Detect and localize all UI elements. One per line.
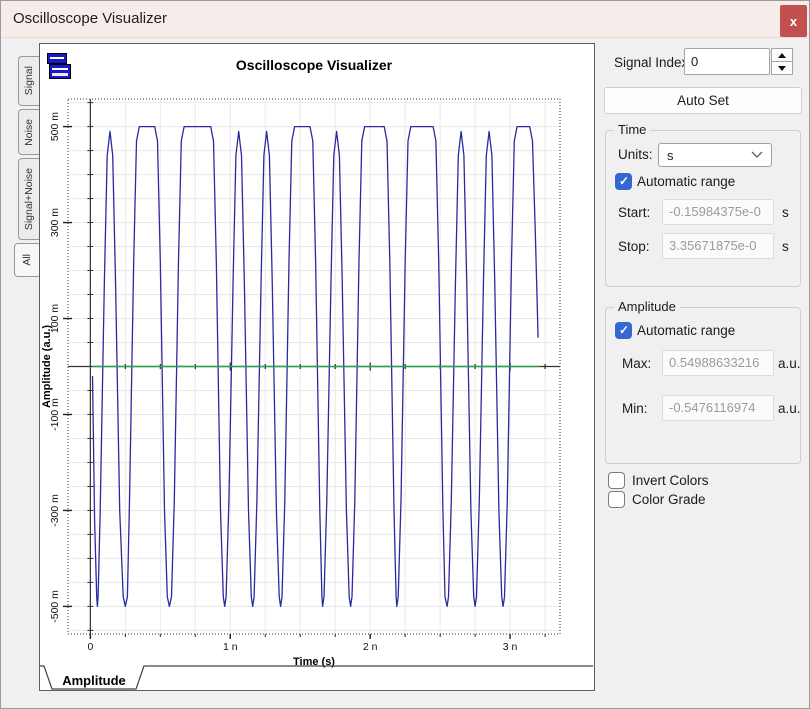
max-field: 0.54988633216 — [662, 350, 774, 376]
tab-amplitude[interactable]: Amplitude — [62, 673, 126, 688]
stop-field: 3.35671875e-0 — [662, 233, 774, 259]
signal-index-label: Signal Index: — [614, 55, 692, 70]
oscilloscope-visualizer-window: Oscilloscope Visualizer x Signal Noise S… — [0, 0, 810, 709]
tab-noise[interactable]: Noise — [18, 109, 39, 155]
stop-label: Stop: — [618, 239, 650, 254]
invert-colors-checkbox[interactable] — [608, 472, 625, 489]
chevron-down-icon — [751, 151, 763, 159]
auto-set-button[interactable]: Auto Set — [604, 87, 802, 114]
min-label: Min: — [622, 401, 648, 416]
down-arrow-icon — [778, 66, 786, 71]
color-grade-checkbox[interactable] — [608, 491, 625, 508]
window-title: Oscilloscope Visualizer — [13, 10, 167, 27]
y-tick-label: 300 m — [49, 208, 61, 237]
x-tick-label: 3 n — [503, 641, 518, 653]
time-auto-range-label: Automatic range — [637, 174, 735, 189]
cascade-windows-icon[interactable] — [45, 52, 72, 81]
units-dropdown[interactable]: s — [658, 143, 772, 167]
max-label: Max: — [622, 356, 651, 371]
y-tick-label: -300 m — [49, 494, 61, 527]
units-label: Units: — [618, 147, 653, 162]
y-tick-label: 500 m — [49, 112, 61, 141]
units-value: s — [667, 148, 674, 163]
tab-signal[interactable]: Signal — [18, 56, 39, 106]
time-group-legend: Time — [614, 122, 650, 137]
up-arrow-icon — [778, 53, 786, 58]
oscilloscope-chart[interactable]: 500 m300 m100 m-100 m-300 m-500 m01 n2 n… — [40, 44, 594, 690]
amplitude-auto-range-label: Automatic range — [637, 323, 735, 338]
y-tick-label: -500 m — [49, 590, 61, 623]
amplitude-group: Amplitude Automatic range Max: 0.5498863… — [605, 307, 801, 464]
start-unit: s — [782, 205, 789, 220]
tab-signal-plus-noise[interactable]: Signal+Noise — [18, 158, 39, 240]
amplitude-group-legend: Amplitude — [614, 299, 680, 314]
stop-unit: s — [782, 239, 789, 254]
max-unit: a.u. — [778, 356, 801, 371]
signal-type-tabs: Signal Noise Signal+Noise All — [13, 56, 39, 277]
signal-index-down-button[interactable] — [771, 61, 793, 75]
signal-index-input[interactable] — [684, 48, 770, 75]
chart-panel: 500 m300 m100 m-100 m-300 m-500 m01 n2 n… — [39, 43, 595, 691]
start-field: -0.15984375e-0 — [662, 199, 774, 225]
close-icon: x — [790, 14, 797, 29]
x-tick-label: 2 n — [363, 641, 378, 653]
amplitude-auto-range-checkbox[interactable] — [615, 322, 632, 339]
close-button[interactable]: x — [780, 5, 807, 37]
start-label: Start: — [618, 205, 650, 220]
y-axis-title: Amplitude (a.u.) — [41, 325, 53, 408]
titlebar: Oscilloscope Visualizer x — [1, 1, 809, 38]
color-grade-label: Color Grade — [632, 492, 706, 507]
min-field: -0.5476116974 — [662, 395, 774, 421]
time-group: Time Units: s Automatic range Start: -0.… — [605, 130, 801, 287]
x-tick-label: 0 — [87, 641, 93, 653]
min-unit: a.u. — [778, 401, 801, 416]
chart-title: Oscilloscope Visualizer — [236, 57, 393, 73]
tab-all[interactable]: All — [14, 243, 39, 277]
signal-index-up-button[interactable] — [771, 48, 793, 62]
x-tick-label: 1 n — [223, 641, 238, 653]
invert-colors-label: Invert Colors — [632, 473, 709, 488]
time-auto-range-checkbox[interactable] — [615, 173, 632, 190]
